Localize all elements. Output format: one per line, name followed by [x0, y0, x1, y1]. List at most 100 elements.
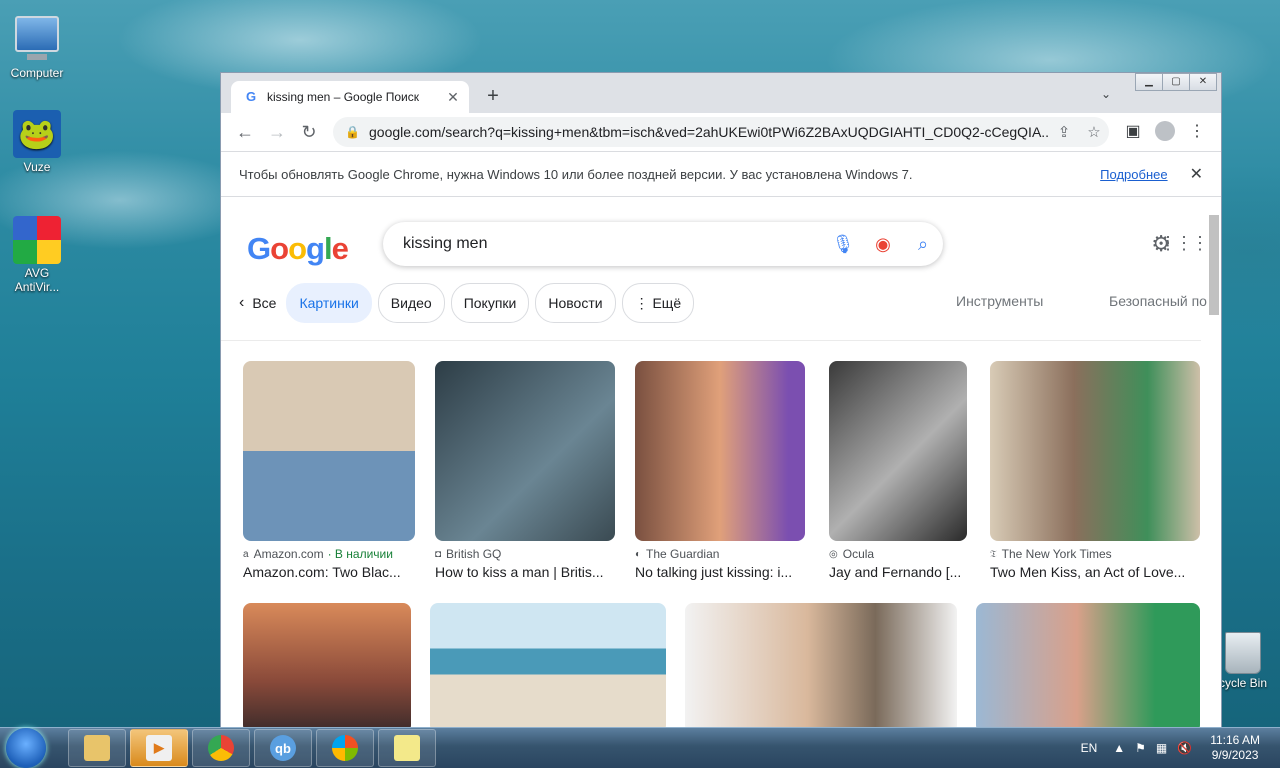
result-thumbnail[interactable] — [829, 361, 967, 541]
address-bar[interactable]: 🔒 google.com/search?q=kissing+men&tbm=is… — [333, 117, 1109, 147]
google-apps-icon[interactable]: ⋮⋮⋮ — [1159, 233, 1209, 254]
taskbar-media-player[interactable]: ▶ — [130, 729, 188, 767]
result-thumbnail[interactable] — [976, 603, 1200, 727]
result-thumbnail[interactable] — [685, 603, 957, 727]
google-logo[interactable]: Google — [247, 231, 349, 267]
bookmark-star-icon[interactable]: ☆ — [1079, 123, 1109, 141]
volume-muted-icon[interactable]: 🔇 — [1177, 741, 1192, 755]
desktop-icon-computer[interactable]: Computer — [0, 10, 74, 80]
back-label: Все — [252, 295, 277, 311]
guardian-favicon-icon: ◐ — [635, 548, 642, 560]
taskbar-explorer[interactable] — [68, 729, 126, 767]
image-result[interactable]: a Amazon.com · В наличии Amazon.com: Two B… — [243, 361, 415, 580]
desktop-icon-avg[interactable]: AVG AntiVir... — [0, 216, 74, 294]
tab-search-chevron-icon[interactable]: ⌄ — [1101, 87, 1111, 101]
taskbar-notes[interactable] — [378, 729, 436, 767]
microphone-icon[interactable]: 🎙 — [823, 234, 863, 255]
show-hidden-icons-icon[interactable]: ▲ — [1113, 741, 1125, 755]
infobar-learn-more-link[interactable]: Подробнее — [1100, 167, 1167, 182]
forward-arrow-icon[interactable]: → — [261, 122, 293, 143]
search-filter-chips: ‹ Все Картинки Видео Покупки Новости ⋮ Е… — [239, 283, 700, 323]
image-result[interactable] — [243, 603, 411, 727]
result-source[interactable]: Ocula — [843, 547, 874, 561]
chrome-window: ▁ ▢ ✕ G kissing men – Google Поиск ✕ + ⌄… — [220, 72, 1222, 728]
in-stock-badge: · В наличии — [327, 547, 393, 561]
desktop-icon-label: Computer — [10, 66, 64, 80]
url-text[interactable]: google.com/search?q=kissing+men&tbm=isch… — [369, 124, 1049, 140]
profile-avatar-icon[interactable] — [1155, 121, 1175, 141]
network-icon[interactable]: ▦ — [1156, 741, 1167, 755]
result-caption[interactable]: Jay and Fernando [... — [829, 564, 967, 580]
desktop-icon-label: AVG AntiVir... — [14, 266, 60, 294]
result-caption[interactable]: Amazon.com: Two Blac... — [243, 564, 415, 580]
chip-shopping[interactable]: Покупки — [450, 283, 530, 323]
recycle-bin-icon — [1225, 632, 1261, 674]
media-player-icon: ▶ — [146, 735, 172, 761]
back-arrow-icon[interactable]: ← — [229, 122, 261, 143]
tab-close-icon[interactable]: ✕ — [445, 89, 461, 106]
image-result[interactable] — [430, 603, 666, 727]
chip-images[interactable]: Картинки — [286, 283, 372, 323]
tools-button[interactable]: Инструменты — [956, 293, 1043, 309]
result-thumbnail[interactable] — [990, 361, 1200, 541]
toolbar-right: ▣ ⋮ — [1117, 121, 1213, 141]
lock-icon[interactable]: 🔒 — [345, 125, 360, 139]
result-source[interactable]: The New York Times — [1002, 547, 1112, 561]
result-source[interactable]: The Guardian — [646, 547, 719, 561]
image-result[interactable]: ◎ Ocula Jay and Fernando [... — [829, 361, 967, 580]
chip-videos[interactable]: Видео — [377, 283, 445, 323]
tab-title: kissing men – Google Поиск — [267, 90, 419, 104]
result-thumbnail[interactable] — [243, 361, 415, 541]
chevron-left-icon: ‹ — [239, 294, 245, 311]
safe-search-button[interactable]: Безопасный по — [1109, 293, 1207, 309]
clock[interactable]: 11:16 AM 9/9/2023 — [1210, 733, 1260, 763]
page-scrollbar[interactable] — [1209, 215, 1219, 315]
sticky-notes-icon — [394, 735, 420, 761]
language-indicator[interactable]: EN — [1081, 741, 1098, 755]
search-icon[interactable]: ⌕ — [903, 234, 943, 255]
desktop-icon-vuze[interactable]: 🐸 Vuze — [0, 110, 74, 174]
windows-logo-icon — [332, 735, 358, 761]
all-results-back[interactable]: ‹ Все — [239, 294, 276, 312]
folder-icon — [84, 735, 110, 761]
start-button[interactable] — [6, 728, 46, 768]
image-result[interactable]: ◘ British GQ How to kiss a man | Britis..… — [435, 361, 615, 580]
tab-strip: G kissing men – Google Поиск ✕ + ⌄ — [221, 73, 1221, 113]
infobar-close-icon[interactable]: ✕ — [1190, 164, 1203, 184]
result-caption[interactable]: No talking just kissing: i... — [635, 564, 805, 580]
infobar-message: Чтобы обновлять Google Chrome, нужна Win… — [239, 166, 913, 182]
chip-more[interactable]: ⋮ Ещё — [621, 283, 695, 323]
browser-tab[interactable]: G kissing men – Google Поиск ✕ — [231, 81, 469, 113]
nyt-favicon-icon: 𝔗 — [990, 548, 997, 560]
header-divider — [221, 340, 1201, 341]
computer-icon — [15, 16, 59, 60]
vuze-icon: 🐸 — [13, 110, 61, 158]
menu-kebab-icon[interactable]: ⋮ — [1181, 121, 1213, 141]
taskbar-chrome[interactable] — [192, 729, 250, 767]
result-source[interactable]: Amazon.com — [254, 547, 324, 561]
clock-date: 9/9/2023 — [1211, 748, 1259, 762]
taskbar-windows[interactable] — [316, 729, 374, 767]
reload-icon[interactable]: ↻ — [293, 122, 325, 143]
result-caption[interactable]: Two Men Kiss, an Act of Love... — [990, 564, 1200, 580]
action-center-flag-icon[interactable]: ⚑ — [1135, 741, 1146, 755]
google-lens-icon[interactable]: ◉ — [863, 234, 903, 255]
result-thumbnail[interactable] — [243, 603, 411, 727]
new-tab-button[interactable]: + — [483, 85, 503, 108]
image-result[interactable] — [685, 603, 957, 727]
taskbar-qbittorrent[interactable]: qb — [254, 729, 312, 767]
chip-news[interactable]: Новости — [535, 283, 616, 323]
result-thumbnail[interactable] — [435, 361, 615, 541]
result-caption[interactable]: How to kiss a man | Britis... — [435, 564, 615, 580]
search-input[interactable]: kissing men — [383, 235, 823, 253]
search-box[interactable]: kissing men 🎙 ◉ ⌕ — [383, 222, 943, 266]
image-result[interactable]: ◐ The Guardian No talking just kissing: i… — [635, 361, 805, 580]
image-result[interactable]: 𝔗 The New York Times Two Men Kiss, an Act… — [990, 361, 1200, 580]
result-source[interactable]: British GQ — [446, 547, 501, 561]
image-result[interactable] — [976, 603, 1200, 727]
result-thumbnail[interactable] — [430, 603, 666, 727]
share-icon[interactable]: ⇪ — [1049, 123, 1079, 141]
google-results-page: Google kissing men 🎙 ◉ ⌕ ⚙ ⋮⋮⋮ ‹ Все Кар… — [221, 197, 1221, 727]
result-thumbnail[interactable] — [635, 361, 805, 541]
side-panel-icon[interactable]: ▣ — [1117, 121, 1149, 141]
